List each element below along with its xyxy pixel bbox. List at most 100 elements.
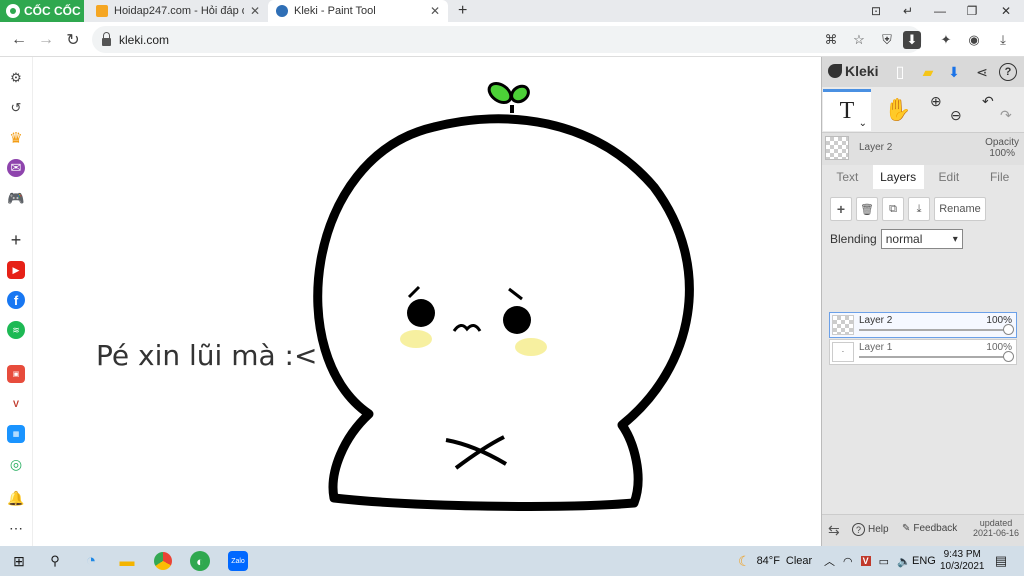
- undo-icon[interactable]: ↶: [982, 93, 994, 110]
- vpn-app-icon[interactable]: V: [860, 556, 871, 566]
- input-language[interactable]: ENG: [912, 546, 936, 576]
- lock-icon: [102, 31, 111, 46]
- network-icon[interactable]: ▭: [879, 555, 889, 568]
- translate-icon[interactable]: ⌘: [820, 29, 842, 51]
- messenger-icon[interactable]: ✉: [7, 159, 25, 177]
- file-explorer-icon[interactable]: ▬: [116, 550, 138, 572]
- tab-text[interactable]: Text: [822, 165, 873, 189]
- tab-file[interactable]: File: [974, 165, 1024, 189]
- hand-tool-icon[interactable]: ✋: [884, 97, 911, 123]
- kleki-logo[interactable]: Kleki: [828, 63, 878, 79]
- crown-icon[interactable]: ♛: [7, 129, 25, 147]
- kleki-favicon-icon: [276, 5, 288, 17]
- current-layer-name: Layer 2: [859, 142, 893, 153]
- opacity-label: Opacity: [985, 137, 1019, 148]
- kleki-bird-icon: [828, 64, 842, 78]
- shopee-icon[interactable]: ▣: [7, 365, 25, 383]
- swap-side-icon[interactable]: ⇆: [828, 522, 840, 539]
- minimize-window-button[interactable]: —: [924, 0, 956, 22]
- layer-opacity-slider[interactable]: [859, 329, 1009, 331]
- close-window-button[interactable]: ✕: [990, 0, 1022, 22]
- duplicate-layer-button[interactable]: ⧉: [882, 197, 904, 221]
- forward-button[interactable]: →: [35, 29, 57, 51]
- reload-button[interactable]: ↻: [62, 29, 84, 51]
- coccoc-logo-icon: [6, 4, 20, 18]
- history-icon[interactable]: ↺: [7, 99, 25, 117]
- spotify-icon[interactable]: ≋: [7, 321, 25, 339]
- weather-widget[interactable]: ☾ 84°F Clear: [738, 546, 812, 576]
- wifi-icon[interactable]: ◠: [843, 555, 853, 568]
- volume-icon[interactable]: 🔈: [897, 555, 911, 568]
- tab-hoidap247[interactable]: Hoidap247.com - Hỏi đáp or ✕: [88, 0, 268, 22]
- add-sidebar-item-icon[interactable]: +: [7, 230, 25, 250]
- show-hidden-icons-chevron-icon[interactable]: ︿: [824, 553, 835, 569]
- layer-row-layer-1[interactable]: · Layer 1 100%: [829, 339, 1017, 365]
- character-outline: [313, 114, 694, 511]
- close-tab-icon[interactable]: ✕: [430, 4, 440, 18]
- tab-layers[interactable]: Layers: [872, 165, 924, 189]
- search-icon[interactable]: ⚲: [44, 550, 66, 572]
- coccoc-menu-button[interactable]: CỐC CỐC: [0, 0, 84, 22]
- windows-start-icon[interactable]: ⊞: [8, 550, 30, 572]
- back-arrow-icon[interactable]: ↵: [892, 0, 924, 22]
- vtv-icon[interactable]: V: [7, 395, 25, 413]
- back-button[interactable]: ←: [8, 29, 30, 51]
- redo-icon[interactable]: ↷: [1000, 107, 1012, 124]
- bookmark-star-icon[interactable]: ☆: [848, 29, 870, 51]
- shield-icon[interactable]: ⛨: [876, 29, 898, 51]
- merge-layer-button[interactable]: ⤓: [908, 197, 930, 221]
- open-folder-icon[interactable]: ▰: [918, 62, 938, 82]
- help-link[interactable]: ? Help: [852, 523, 889, 536]
- close-tab-icon[interactable]: ✕: [250, 4, 260, 18]
- layer-opacity-slider-handle[interactable]: [1003, 324, 1014, 335]
- tab-kleki[interactable]: Kleki - Paint Tool ✕: [268, 0, 448, 22]
- current-layer-header: Layer 2 Opacity 100%: [822, 133, 1024, 165]
- zoom-in-icon[interactable]: ⊕: [930, 93, 942, 110]
- drawing-canvas[interactable]: Pé xin lũi mà :<: [34, 57, 821, 546]
- layer-opacity-slider-handle[interactable]: [1003, 351, 1014, 362]
- layer-thumbnail: ·: [832, 342, 854, 362]
- maximize-window-button[interactable]: ❐: [956, 0, 988, 22]
- edge-browser-icon[interactable]: ◔: [80, 550, 102, 572]
- text-tool-button[interactable]: T ⌄: [823, 89, 871, 131]
- add-layer-button[interactable]: +: [830, 197, 852, 221]
- profile-icon[interactable]: ◉: [963, 29, 985, 51]
- maps-icon[interactable]: ◎: [7, 455, 25, 473]
- new-tab-button[interactable]: +: [450, 0, 475, 22]
- trash-icon: 🗑: [860, 203, 874, 216]
- extensions-icon[interactable]: ✦: [935, 29, 957, 51]
- windows-taskbar: ⊞ ⚲ ◔ ▬ ◐ Zalo ☾ 84°F Clear ︿ ◠ V ▭ 🔈 EN…: [0, 546, 1024, 576]
- download-extension-icon[interactable]: ⬇: [903, 31, 921, 49]
- help-circle-icon: ?: [852, 523, 865, 536]
- delete-layer-button[interactable]: 🗑: [856, 197, 878, 221]
- settings-gear-icon[interactable]: ⚙: [7, 69, 25, 87]
- layer-opacity-slider[interactable]: [859, 356, 1009, 358]
- help-question-icon[interactable]: ?: [999, 63, 1017, 81]
- tab-edit[interactable]: Edit: [924, 165, 975, 189]
- game-controller-icon[interactable]: 🎮: [7, 189, 25, 207]
- zalo-icon[interactable]: Zalo: [228, 551, 248, 571]
- sprout-icon: [487, 81, 530, 113]
- share-icon[interactable]: ⋖: [972, 62, 992, 82]
- zoom-out-icon[interactable]: ⊖: [950, 107, 962, 124]
- new-image-icon[interactable]: ▯: [890, 62, 910, 82]
- zalo-label: Zalo: [231, 557, 245, 565]
- save-download-icon[interactable]: ⬇: [944, 62, 964, 82]
- feedback-link[interactable]: ✎ Feedback: [902, 523, 957, 534]
- reading-mode-icon[interactable]: ⊡: [860, 0, 892, 22]
- clock[interactable]: 9:43 PM 10/3/2021: [940, 546, 985, 576]
- blending-select[interactable]: normal: [880, 229, 963, 249]
- rename-layer-button[interactable]: Rename: [934, 197, 986, 221]
- address-bar[interactable]: kleki.com: [92, 26, 922, 53]
- facebook-icon[interactable]: f: [7, 291, 25, 309]
- chrome-icon[interactable]: [154, 552, 172, 570]
- more-options-icon[interactable]: ⋯: [7, 519, 25, 537]
- coccoc-taskbar-icon[interactable]: ◐: [190, 551, 210, 571]
- youtube-icon[interactable]: ▶: [7, 261, 25, 279]
- notification-center-icon[interactable]: ▤: [990, 550, 1012, 572]
- notification-bell-icon[interactable]: 🔔: [7, 489, 25, 507]
- tool-dropdown-chevron-icon[interactable]: ⌄: [859, 118, 867, 129]
- downloads-icon[interactable]: ⤓: [992, 29, 1014, 51]
- tiki-icon[interactable]: ▦: [7, 425, 25, 443]
- layer-row-layer-2[interactable]: Layer 2 100%: [829, 312, 1017, 338]
